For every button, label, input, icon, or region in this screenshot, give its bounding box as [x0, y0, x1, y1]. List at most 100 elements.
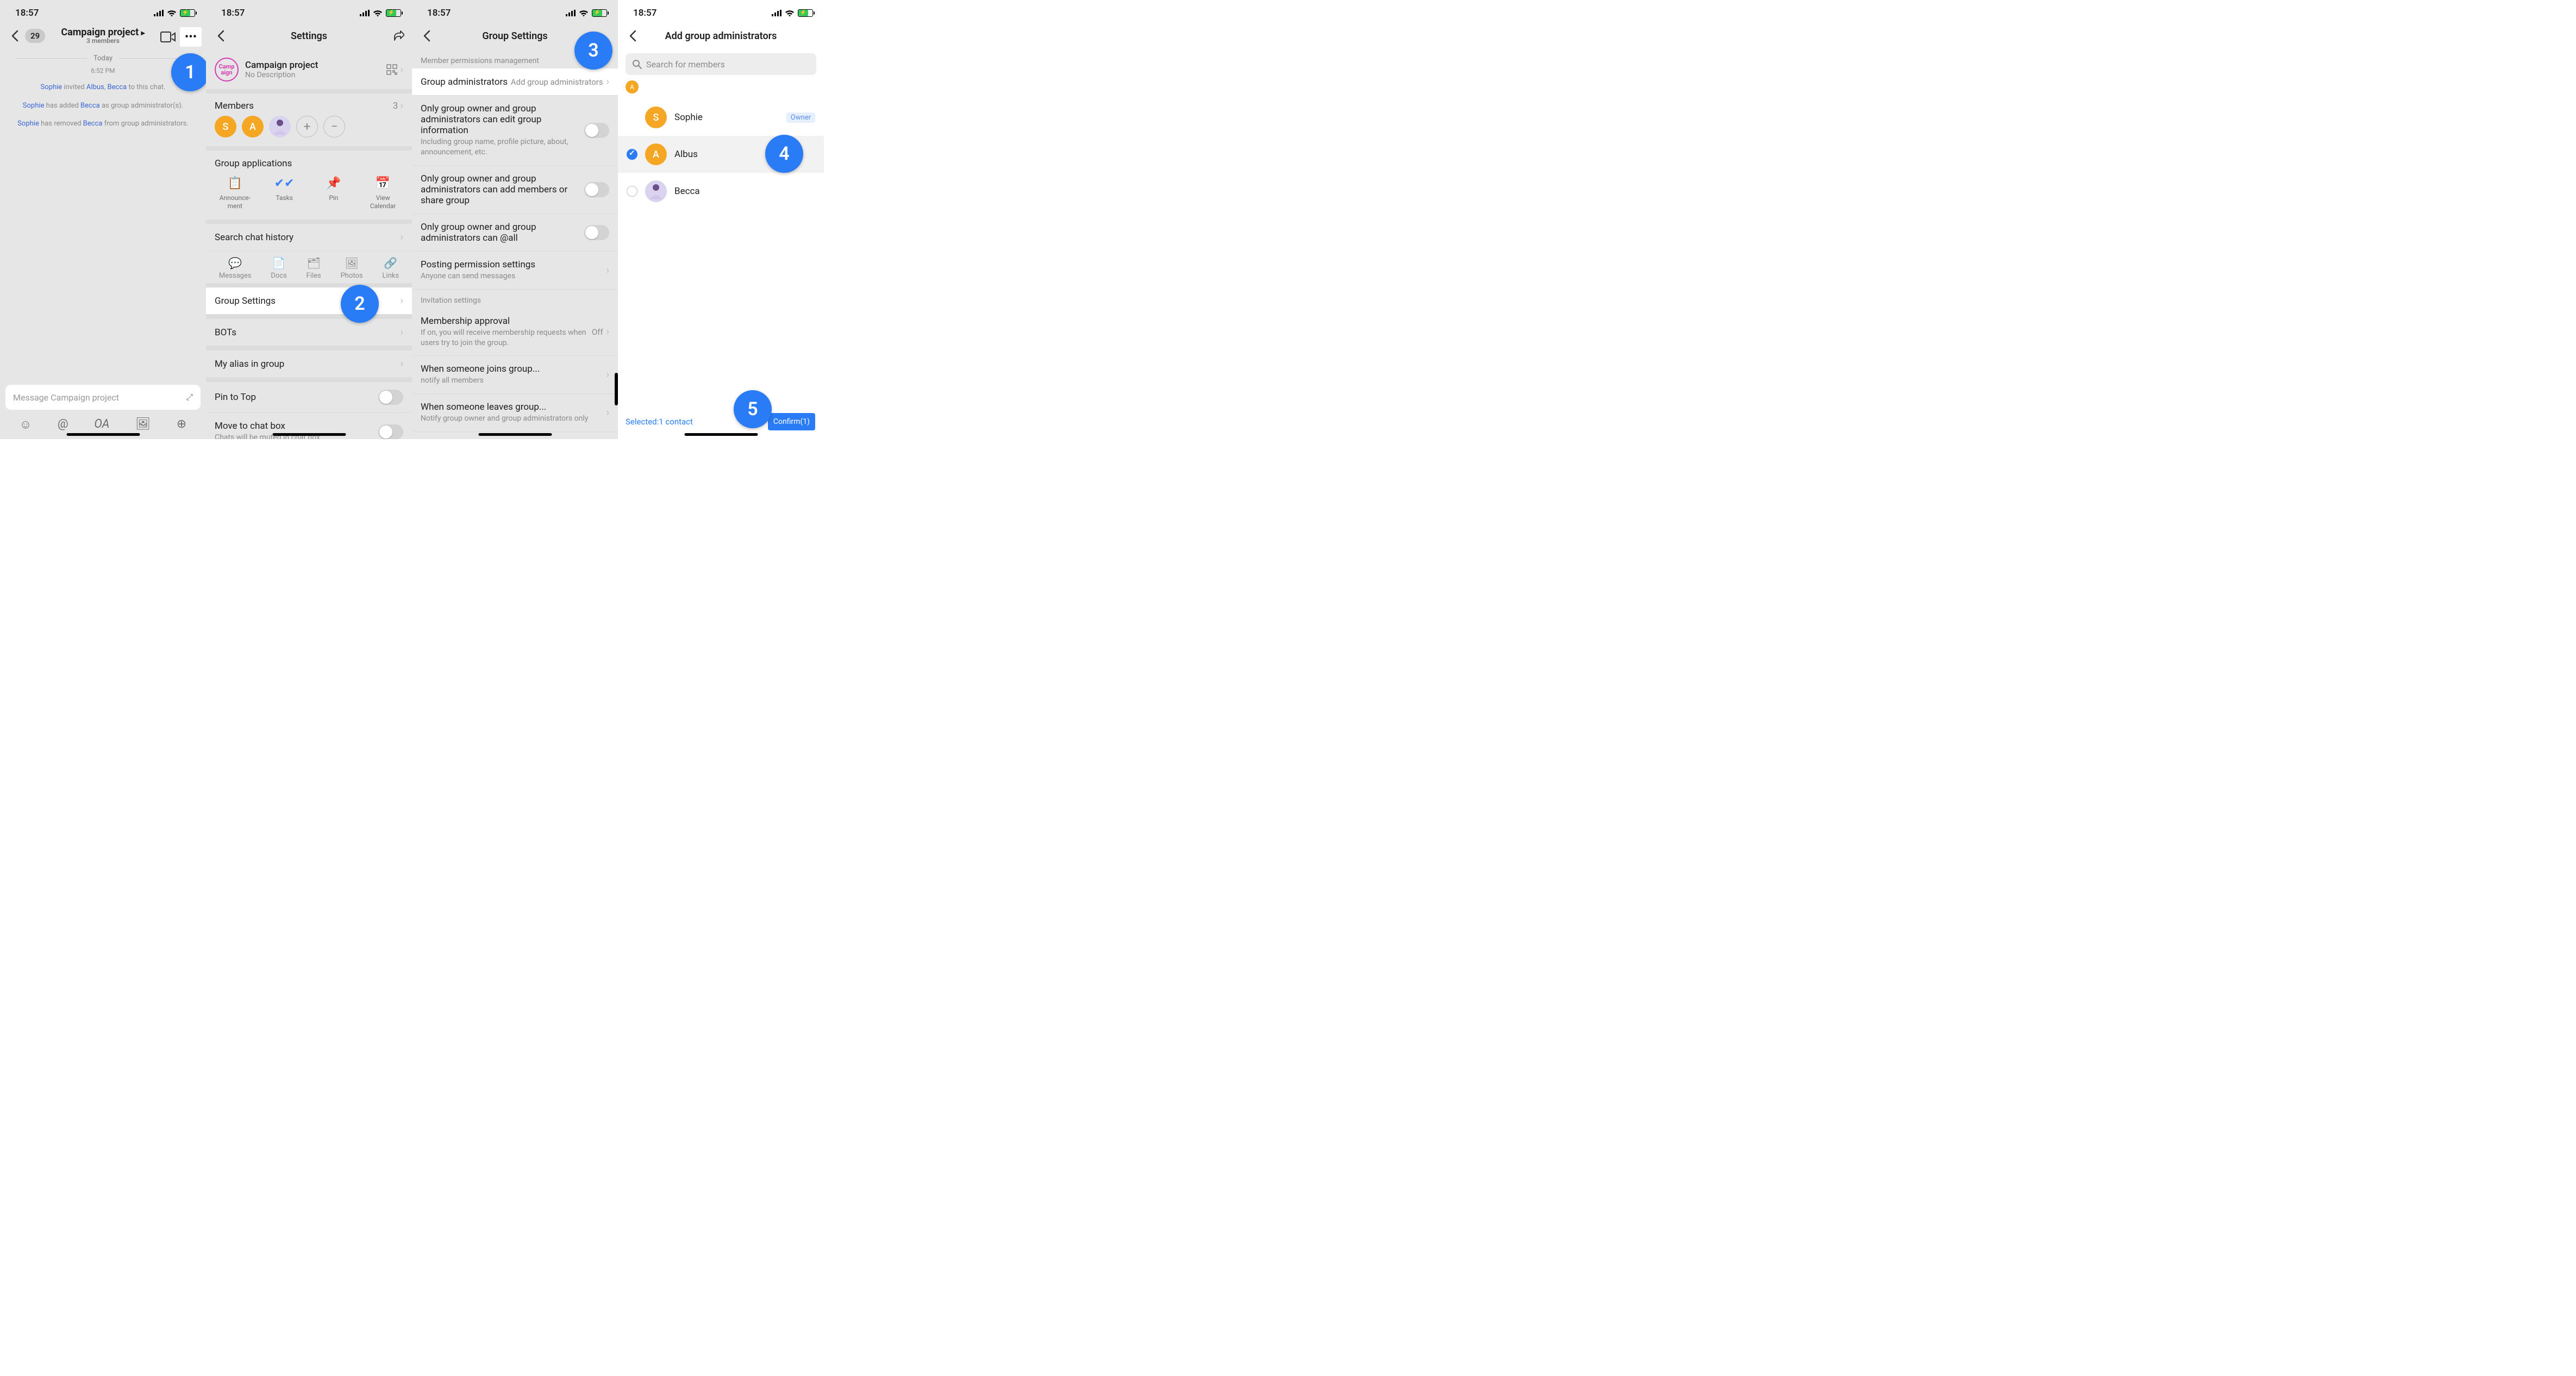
wifi-icon — [785, 10, 795, 17]
home-indicator — [684, 433, 758, 436]
add-member-button[interactable]: + — [296, 116, 318, 137]
settings-header: Settings — [206, 22, 412, 50]
checkbox-placeholder — [627, 112, 637, 123]
bottom-bar: Selected:1 contact Confirm(1) — [618, 413, 824, 430]
app-pin[interactable]: 📌Pin — [314, 177, 354, 210]
messages-icon: 💬 — [228, 257, 242, 270]
filter-links[interactable]: 🔗Links — [382, 257, 399, 280]
share-icon[interactable] — [392, 30, 404, 42]
members-count: 3 — [393, 101, 398, 111]
qr-icon[interactable]: › — [386, 64, 403, 76]
toggle-move-chatbox[interactable] — [378, 424, 403, 439]
unread-badge[interactable]: 29 — [25, 29, 45, 43]
checkbox-checked[interactable] — [627, 149, 637, 160]
member-name: Becca — [674, 186, 700, 197]
row-membership-approval[interactable]: Membership approval If on, you will rece… — [412, 308, 618, 356]
members-label: Members — [215, 101, 254, 111]
row-bots[interactable]: BOTs› — [206, 319, 412, 346]
filter-messages[interactable]: 💬Messages — [219, 257, 252, 280]
status-time: 18:57 — [15, 8, 39, 18]
row-group-settings[interactable]: Group Settings› — [206, 287, 412, 315]
member-row-sophie[interactable]: S Sophie Owner — [618, 99, 824, 136]
home-indicator — [478, 433, 552, 436]
row-leave-notify[interactable]: When someone leaves group... Notify grou… — [412, 394, 618, 432]
row-at-all-permission[interactable]: Only group owner and group administrator… — [412, 214, 618, 252]
image-icon[interactable]: 🖼 — [135, 417, 151, 431]
expand-icon[interactable]: ⤢ — [186, 392, 193, 403]
format-icon[interactable]: OA — [94, 417, 109, 431]
wifi-icon — [579, 10, 589, 17]
back-button[interactable] — [7, 28, 23, 44]
toggle[interactable] — [584, 123, 609, 138]
avatar[interactable] — [269, 116, 291, 137]
chat-title[interactable]: Campaign project — [61, 27, 139, 38]
calendar-icon: 📅 — [376, 177, 390, 191]
filter-files[interactable]: 🗂Files — [307, 257, 321, 280]
cell-signal-icon — [772, 10, 781, 16]
avatar: A — [645, 143, 667, 165]
remove-member-button[interactable]: − — [323, 116, 345, 137]
members-row[interactable]: Members 3 › — [206, 93, 412, 114]
row-add-members-permission[interactable]: Only group owner and group administrator… — [412, 166, 618, 214]
checkbox-unchecked[interactable] — [627, 186, 637, 197]
row-alias[interactable]: My alias in group› — [206, 351, 412, 378]
photos-icon: 🖼 — [345, 257, 358, 270]
avatar[interactable]: A — [242, 116, 264, 137]
cell-signal-icon — [154, 10, 164, 16]
selected-count[interactable]: Selected:1 contact — [626, 417, 693, 427]
group-applications-label: Group applications — [206, 151, 412, 173]
toggle[interactable] — [584, 225, 609, 240]
selected-chip[interactable]: A — [626, 80, 639, 93]
callout-3: 3 — [574, 32, 612, 70]
filter-docs[interactable]: 📄Docs — [271, 257, 286, 280]
home-indicator — [272, 433, 346, 436]
search-placeholder: Search for members — [646, 59, 725, 70]
row-pin-top[interactable]: Pin to Top — [206, 382, 412, 413]
status-bar: 18:57 ⚡ — [0, 0, 206, 22]
chat-header: 29 Campaign project ▸ 3 members ••• — [0, 22, 206, 50]
input-toolbar: ☺ @ OA 🖼 ⊕ — [0, 417, 206, 431]
back-button[interactable] — [212, 28, 229, 44]
history-filters: 💬Messages 📄Docs 🗂Files 🖼Photos 🔗Links — [206, 251, 412, 283]
more-button[interactable]: ••• — [180, 27, 202, 47]
page-title: Add group administrators — [618, 30, 824, 42]
filter-photos[interactable]: 🖼Photos — [341, 257, 363, 280]
avatar[interactable]: S — [215, 116, 236, 137]
message-input[interactable]: Message Campaign project ⤢ — [5, 385, 201, 410]
app-tasks[interactable]: ✔✔Tasks — [264, 177, 304, 210]
row-group-administrators[interactable]: Group administrators Add group administr… — [412, 68, 618, 96]
row-posting-permission[interactable]: Posting permission settings Anyone can s… — [412, 252, 618, 290]
mention-icon[interactable]: @ — [58, 417, 68, 431]
battery-icon: ⚡ — [180, 9, 195, 17]
announcement-icon: 📋 — [228, 177, 242, 191]
confirm-button[interactable]: Confirm(1) — [768, 413, 815, 430]
back-button[interactable] — [418, 28, 435, 44]
member-row-becca[interactable]: Becca — [618, 173, 824, 210]
add-admin-header: Add group administrators — [618, 22, 824, 50]
system-message: Sophie has removed Becca from group admi… — [9, 118, 197, 129]
row-edit-info-permission[interactable]: Only group owner and group administrator… — [412, 96, 618, 166]
back-button[interactable] — [624, 28, 641, 44]
app-announcement[interactable]: 📋Announce- ment — [215, 177, 255, 210]
app-calendar[interactable]: 📅View Calendar — [363, 177, 403, 210]
search-input[interactable]: Search for members — [626, 53, 816, 75]
toggle[interactable] — [584, 182, 609, 197]
row-join-notify[interactable]: When someone joins group... notify all m… — [412, 356, 618, 394]
video-call-icon[interactable] — [160, 32, 176, 42]
battery-icon: ⚡ — [592, 9, 607, 17]
files-icon: 🗂 — [307, 257, 321, 270]
toggle-pin-top[interactable] — [378, 390, 403, 405]
screen-chat: 18:57 ⚡ 29 Campaign project ▸ 3 members … — [0, 0, 206, 439]
group-info-card[interactable]: Campaign Campaign project No Description… — [206, 50, 412, 89]
add-icon[interactable]: ⊕ — [177, 417, 186, 431]
home-indicator — [66, 433, 140, 436]
status-time: 18:57 — [221, 8, 245, 18]
row-search-history[interactable]: Search chat history› — [206, 224, 412, 251]
group-name: Campaign project — [245, 60, 380, 71]
docs-icon: 📄 — [272, 257, 286, 270]
status-time: 18:57 — [633, 8, 656, 18]
emoji-icon[interactable]: ☺ — [20, 417, 32, 431]
app-grid: 📋Announce- ment ✔✔Tasks 📌Pin 📅View Calen… — [206, 173, 412, 220]
callout-5: 5 — [734, 390, 772, 428]
screen-settings: 18:57 ⚡ Settings Campaign Campaign proje… — [206, 0, 412, 439]
